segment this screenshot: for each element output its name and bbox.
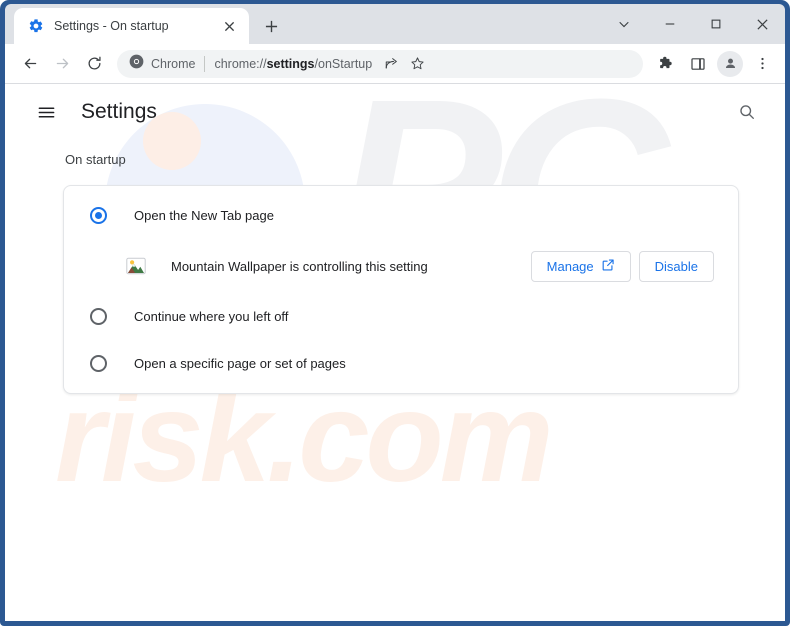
disable-button[interactable]: Disable [638,250,714,282]
section-label-on-startup: On startup [65,152,126,167]
disable-button-label: Disable [654,258,698,274]
minimize-icon[interactable] [647,4,693,44]
address-bar[interactable]: Chrome chrome://settings/onStartup [117,49,643,78]
url-suffix: /onStartup [314,56,373,71]
startup-option-continue[interactable]: Continue where you left off [64,293,738,340]
star-icon[interactable] [405,52,429,76]
startup-option-label: Open the New Tab page [134,208,274,223]
mountain-wallpaper-icon [126,256,146,276]
omnibox-divider [204,55,206,72]
startup-option-label: Open a specific page or set of pages [134,356,346,371]
hamburger-menu-icon[interactable] [31,97,61,127]
manage-button-label: Manage [546,258,594,274]
startup-option-specific-page[interactable]: Open a specific page or set of pages [64,340,738,387]
external-link-icon [601,258,615,275]
extension-notice-text: Mountain Wallpaper is controlling this s… [171,258,428,274]
tab-title: Settings - On startup [54,19,169,33]
url-bold-segment: settings [266,56,315,71]
chrome-logo-icon [129,54,144,74]
back-arrow-icon[interactable] [15,49,45,79]
forward-arrow-icon [47,49,77,79]
close-icon[interactable] [219,16,239,36]
maximize-icon[interactable] [693,4,739,44]
reload-icon[interactable] [79,49,109,79]
settings-gear-icon [28,18,44,34]
radio-button-selected[interactable] [90,207,107,224]
browser-tab[interactable]: Settings - On startup [14,8,249,44]
search-icon[interactable] [731,96,763,128]
tab-strip: Settings - On startup [5,4,785,44]
side-panel-icon[interactable] [683,49,713,79]
puzzle-piece-icon[interactable] [651,49,681,79]
radio-button-unselected[interactable] [90,308,107,325]
close-icon[interactable] [739,4,785,44]
extension-control-notice: Mountain Wallpaper is controlling this s… [64,239,738,293]
window-controls [601,4,785,44]
three-dot-menu-icon[interactable] [747,49,777,79]
manage-button[interactable]: Manage [530,250,631,282]
browser-window-frame: Settings - On startup Chrome chrome://se… [0,0,790,626]
chrome-chip-label: Chrome [151,56,196,71]
browser-toolbar: Chrome chrome://settings/onStartup [5,44,785,84]
settings-header: Settings [5,84,785,140]
share-icon[interactable] [379,52,403,76]
omnibox-actions [379,52,429,76]
url-prefix: chrome:// [214,56,267,71]
page-title: Settings [81,100,157,123]
startup-option-new-tab[interactable]: Open the New Tab page [64,192,738,239]
startup-option-label: Continue where you left off [134,309,289,324]
settings-page: PC risk.com Settings On startup Open the… [5,84,785,621]
on-startup-card: Open the New Tab page Mountain Wallpaper… [63,185,739,394]
person-avatar-icon[interactable] [717,50,743,77]
extension-action-buttons: Manage Disable [530,250,714,282]
chrome-origin-chip[interactable]: Chrome [129,54,195,74]
chevron-down-icon[interactable] [601,4,647,44]
radio-button-unselected[interactable] [90,355,107,372]
plus-icon[interactable] [257,12,285,40]
url-text: chrome://settings/onStartup [214,57,372,71]
